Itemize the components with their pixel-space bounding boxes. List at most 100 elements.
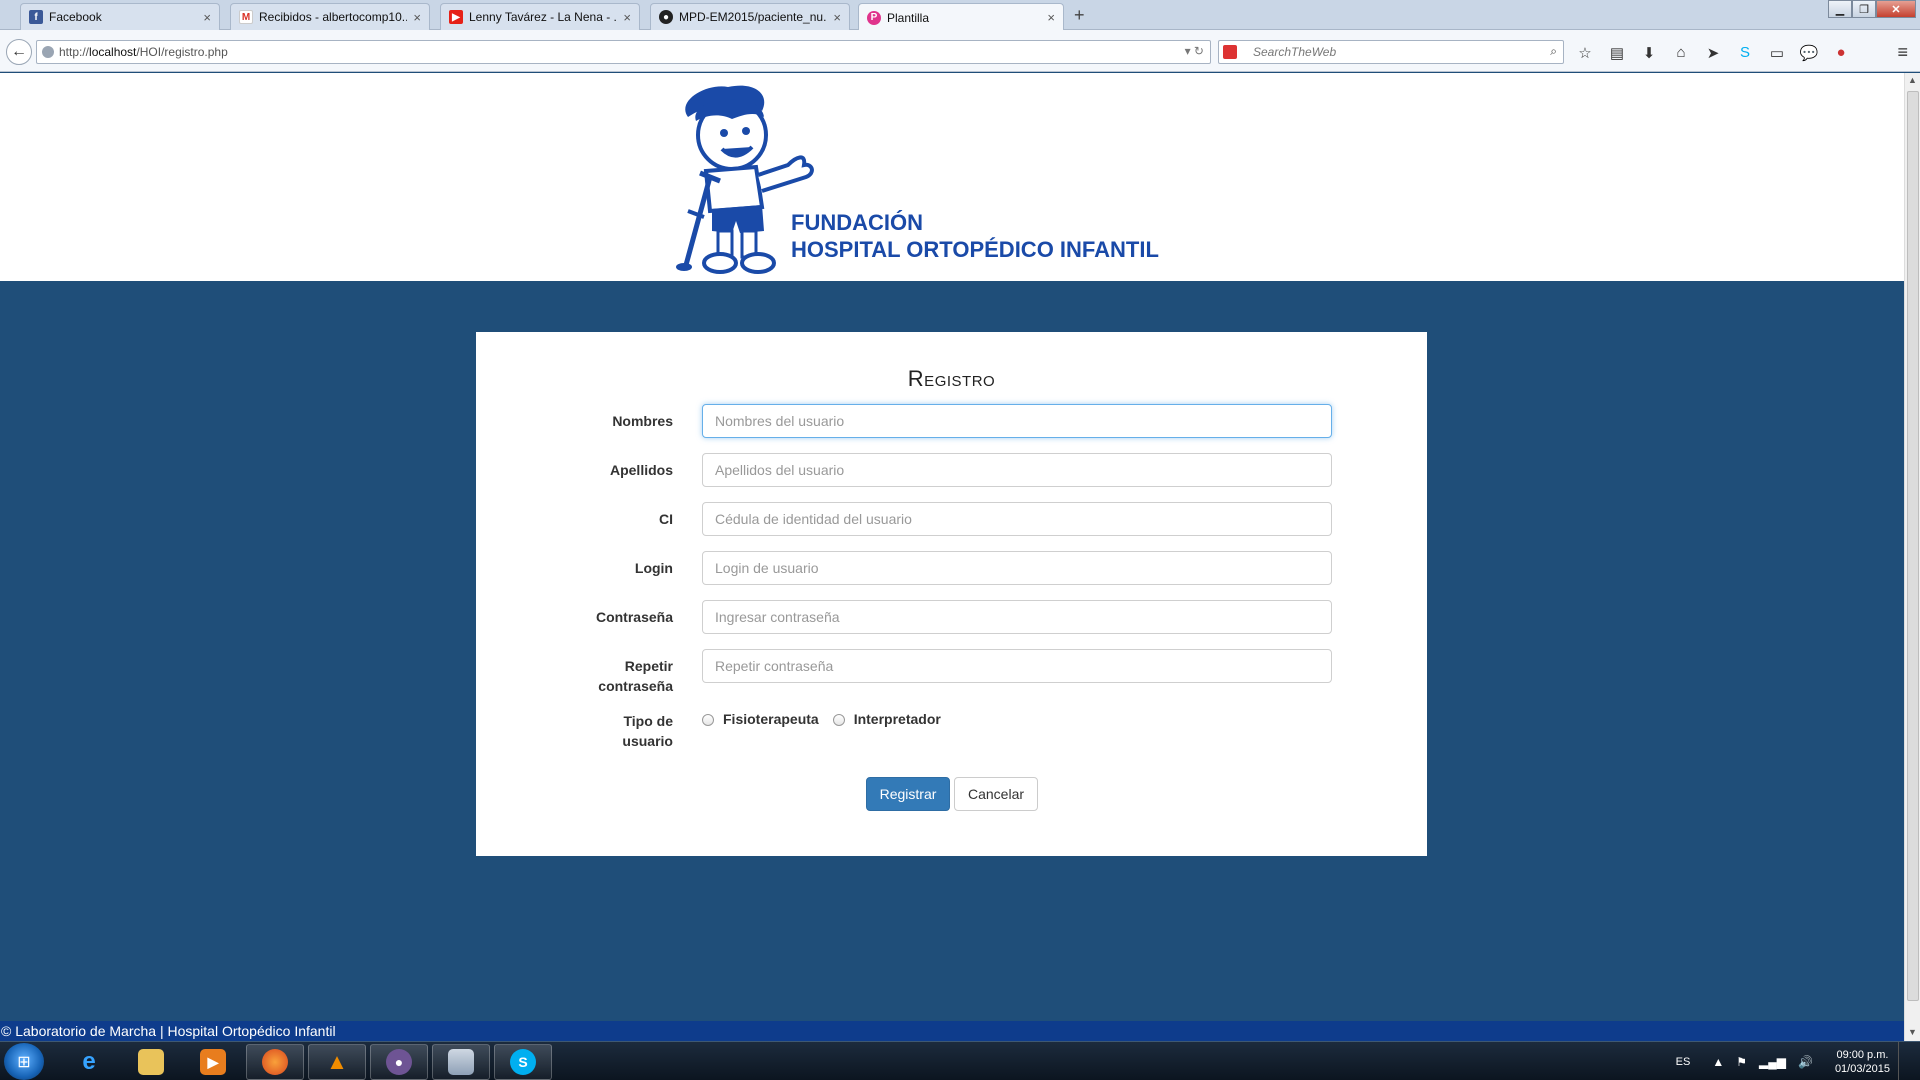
page-content: FUNDACIÓN HOSPITAL ORTOPÉDICO INFANTIL R… <box>0 73 1904 1041</box>
logo-text: FUNDACIÓN HOSPITAL ORTOPÉDICO INFANTIL <box>791 209 1159 263</box>
interpretador-radio[interactable] <box>832 714 845 726</box>
show-desktop-button[interactable] <box>1898 1042 1910 1080</box>
toolbar-icons: ☆ ▤ ⬇ ⌂ ➤ S ▭ 💬 ● <box>1575 44 1851 62</box>
taskbar-skype[interactable]: S <box>494 1044 552 1080</box>
search-engine-icon[interactable] <box>1223 45 1237 59</box>
globe-icon <box>42 46 54 58</box>
scroll-up-icon[interactable]: ▲ <box>1908 75 1917 85</box>
taskbar-database[interactable] <box>432 1044 490 1080</box>
plantilla-icon: P <box>867 10 881 25</box>
search-bar[interactable]: SearchTheWeb ⌕ <box>1218 40 1564 64</box>
ci-label: CI <box>659 511 673 527</box>
send-icon[interactable]: ➤ <box>1703 44 1723 62</box>
password-input[interactable] <box>702 600 1332 634</box>
tab-youtube[interactable]: ▶ Lenny Tavárez - La Nena - ... × <box>440 3 640 30</box>
registration-panel: Registro Nombres Apellidos CI Login Cont… <box>476 332 1427 856</box>
taskbar-vlc[interactable]: ▲ <box>308 1044 366 1080</box>
tray-icons: ▲ ⚑ ▂▄▆ 🔊 <box>1712 1055 1813 1069</box>
tab-label: Lenny Tavárez - La Nena - ... <box>469 10 618 24</box>
close-icon[interactable]: × <box>623 10 631 25</box>
skype-icon: S <box>510 1049 536 1075</box>
volume-icon[interactable]: 🔊 <box>1798 1055 1813 1069</box>
fisioterapeuta-label[interactable]: Fisioterapeuta <box>723 711 819 727</box>
taskbar-ie[interactable]: e <box>60 1044 118 1080</box>
hamburger-menu-icon[interactable]: ≡ <box>1897 42 1908 63</box>
page-title: Registro <box>907 366 996 391</box>
download-icon[interactable]: ⬇ <box>1639 44 1659 62</box>
tab-facebook[interactable]: f Facebook × <box>20 3 220 30</box>
reading-list-icon[interactable]: ▤ <box>1607 44 1627 62</box>
search-icon[interactable]: ⌕ <box>1550 44 1557 59</box>
back-arrow-icon[interactable]: ← <box>6 39 32 65</box>
apellidos-label: Apellidos <box>609 462 673 478</box>
bookmark-star-icon[interactable]: ☆ <box>1575 44 1595 62</box>
user-type-label: Tipo de usuario <box>622 713 673 749</box>
github-desktop-icon: ● <box>386 1049 412 1075</box>
minimize-icon[interactable]: ▁ <box>1828 0 1852 18</box>
start-button-icon[interactable]: ⊞ <box>4 1043 44 1080</box>
tab-github[interactable]: ● MPD-EM2015/paciente_nu... × <box>650 3 850 30</box>
folder-icon <box>138 1049 164 1075</box>
browser-nav-bar: ← http://localhost/HOI/registro.php ▾ ↻ … <box>0 30 1920 72</box>
close-icon[interactable]: × <box>203 10 211 25</box>
browser-tab-bar: f Facebook × M Recibidos - albertocomp10… <box>0 0 1920 31</box>
close-icon[interactable]: × <box>833 10 841 25</box>
window-controls: ▁ ❐ ✕ <box>1828 0 1916 18</box>
taskbar-explorer[interactable] <box>122 1044 180 1080</box>
tab-label: MPD-EM2015/paciente_nu... <box>679 10 828 24</box>
tab-gmail[interactable]: M Recibidos - albertocomp10... × <box>230 3 430 30</box>
repeat-password-input[interactable] <box>702 649 1332 683</box>
facebook-icon: f <box>29 10 43 24</box>
chat-icon[interactable]: 💬 <box>1799 44 1819 62</box>
scroll-down-icon[interactable]: ▼ <box>1908 1027 1917 1037</box>
firefox-icon <box>262 1049 288 1075</box>
taskbar-firefox[interactable] <box>246 1044 304 1080</box>
tab-plantilla[interactable]: P Plantilla × <box>858 3 1064 31</box>
maximize-icon[interactable]: ❐ <box>1852 0 1876 18</box>
tab-label: Plantilla <box>887 10 930 25</box>
logo-line-foundation: FUNDACIÓN <box>791 210 923 235</box>
system-tray: ES ▲ ⚑ ▂▄▆ 🔊 09:00 p.m. 01/03/2015 <box>1676 1042 1910 1080</box>
user-type-radio-group: Fisioterapeuta Interpretador <box>702 711 955 727</box>
fisioterapeuta-radio[interactable] <box>702 714 714 726</box>
taskbar-github[interactable]: ● <box>370 1044 428 1080</box>
register-button[interactable]: Registrar <box>866 777 950 811</box>
language-indicator[interactable]: ES <box>1676 1056 1691 1068</box>
interpretador-label[interactable]: Interpretador <box>854 711 941 727</box>
home-icon[interactable]: ⌂ <box>1671 44 1691 62</box>
youtube-icon: ▶ <box>449 10 463 24</box>
scrollbar-thumb[interactable] <box>1907 91 1919 1001</box>
window-icon[interactable]: ▭ <box>1767 44 1787 62</box>
new-tab-icon[interactable]: + <box>1074 5 1085 26</box>
address-bar[interactable]: http://localhost/HOI/registro.php ▾ ↻ <box>36 40 1211 64</box>
skype-icon[interactable]: S <box>1735 44 1755 62</box>
close-icon[interactable]: × <box>413 10 421 25</box>
taskbar-media-player[interactable]: ▶ <box>184 1044 242 1080</box>
tab-label: Recibidos - albertocomp10... <box>259 10 408 24</box>
ci-input[interactable] <box>702 502 1332 536</box>
apellidos-input[interactable] <box>702 453 1332 487</box>
network-signal-icon[interactable]: ▂▄▆ <box>1759 1055 1786 1069</box>
addon-icon[interactable]: ● <box>1831 44 1851 62</box>
internet-explorer-icon: e <box>82 1048 96 1075</box>
reload-icon[interactable]: ▾ ↻ <box>1185 44 1204 58</box>
vertical-scrollbar[interactable]: ▲ ▼ <box>1904 73 1920 1041</box>
repeat-password-label: Repetir contraseña <box>598 658 673 694</box>
media-player-icon: ▶ <box>200 1049 226 1075</box>
site-header: FUNDACIÓN HOSPITAL ORTOPÉDICO INFANTIL <box>0 73 1904 281</box>
login-input[interactable] <box>702 551 1332 585</box>
clock-time: 09:00 p.m. <box>1836 1048 1889 1061</box>
cancel-button[interactable]: Cancelar <box>954 777 1038 811</box>
action-center-flag-icon[interactable]: ⚑ <box>1736 1055 1747 1069</box>
close-icon[interactable]: × <box>1047 10 1055 25</box>
close-window-icon[interactable]: ✕ <box>1876 0 1916 18</box>
clock[interactable]: 09:00 p.m. 01/03/2015 <box>1835 1048 1890 1076</box>
password-label: Contraseña <box>595 609 673 625</box>
tab-label: Facebook <box>49 10 102 24</box>
github-icon: ● <box>659 10 673 24</box>
database-icon <box>448 1049 474 1075</box>
windows-taskbar: ⊞ e ▶ ▲ ● S ES ▲ ⚑ ▂▄▆ 🔊 09:00 p.m. 01/0… <box>0 1041 1920 1080</box>
show-hidden-icons-icon[interactable]: ▲ <box>1712 1055 1724 1069</box>
nombres-input[interactable] <box>702 404 1332 438</box>
nombres-label: Nombres <box>612 413 673 429</box>
